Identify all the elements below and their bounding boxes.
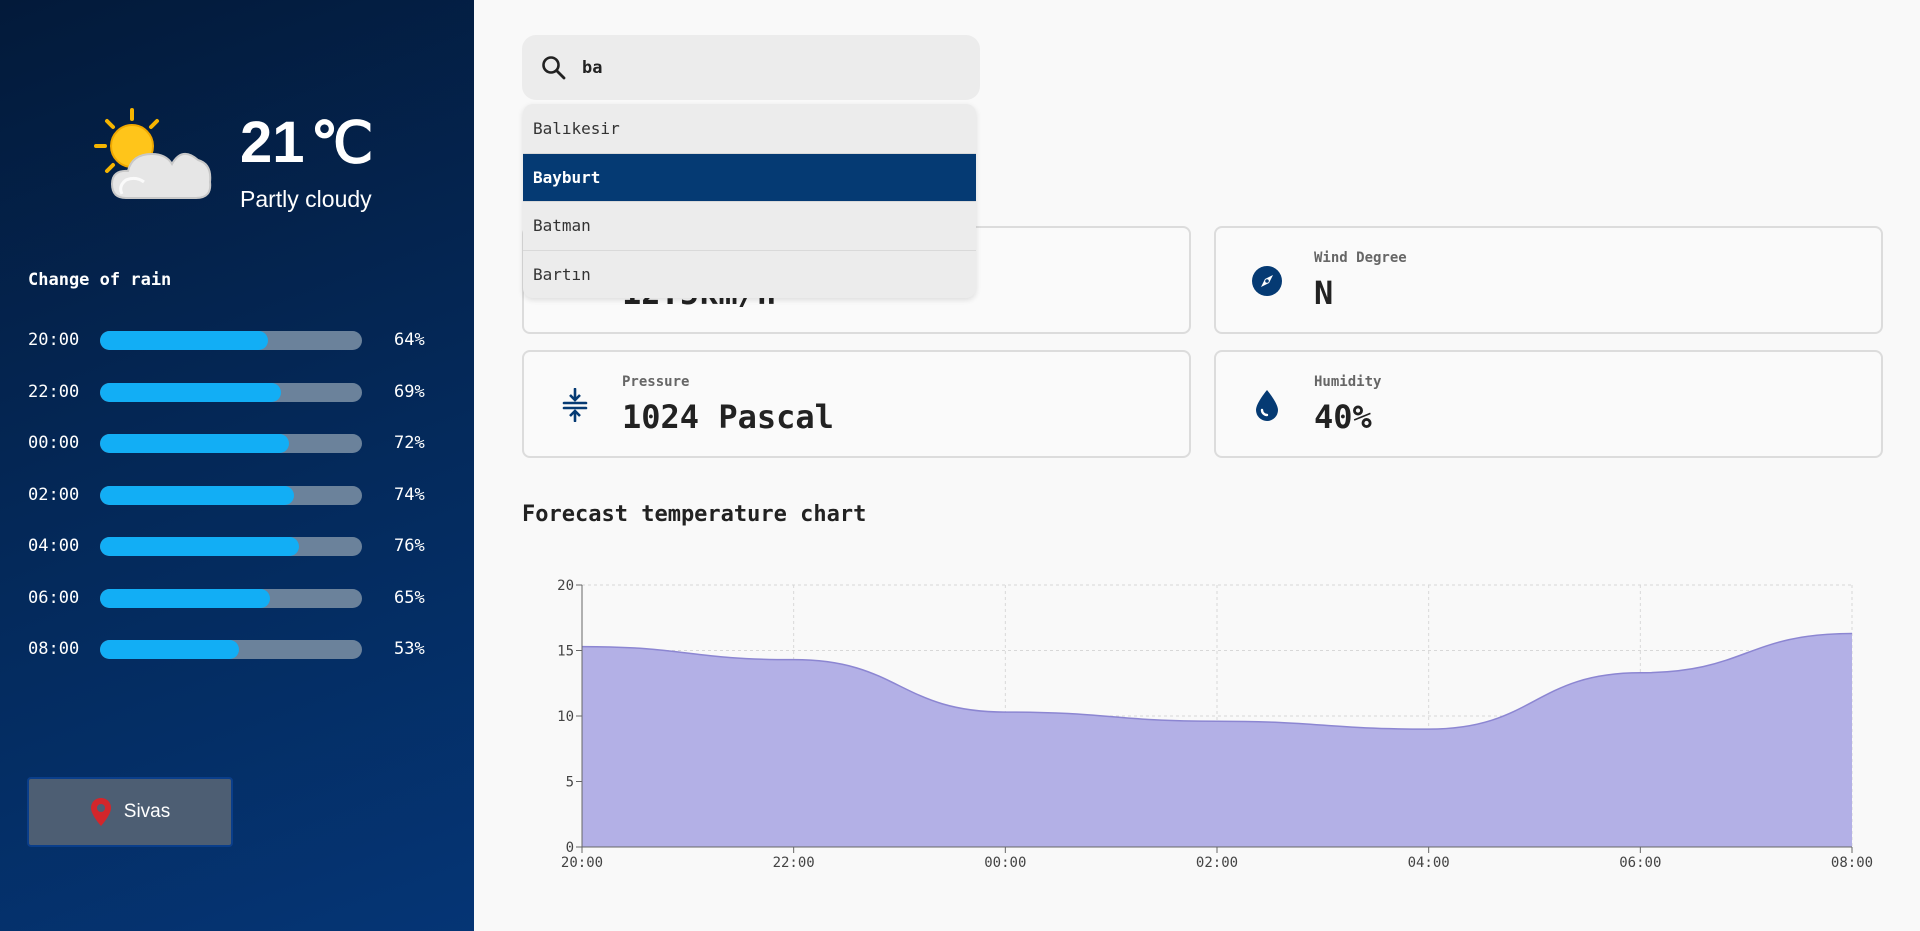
rain-progress-fill <box>100 588 271 608</box>
current-weather: 21 ℃ Partly cloudy <box>92 106 412 226</box>
rain-percent: 69% <box>394 381 425 402</box>
rain-list: 20:00 64% 22:00 69% 00:00 72% 02:00 74% … <box>28 325 448 686</box>
suggestion-item-selected[interactable]: Bayburt <box>523 152 976 201</box>
location-button[interactable]: Sivas <box>27 777 233 847</box>
temperature: 21 ℃ <box>240 110 374 175</box>
rain-time: 22:00 <box>28 381 80 402</box>
rain-row: 06:00 65% <box>28 583 448 635</box>
search-input[interactable] <box>582 57 962 78</box>
suggestion-item[interactable]: Bartın <box>523 249 976 299</box>
search-bar[interactable] <box>522 35 980 100</box>
humidity-card: Humidity 40% <box>1214 350 1883 458</box>
weather-condition: Partly cloudy <box>240 186 372 212</box>
rain-percent: 74% <box>394 484 425 505</box>
sidebar: 21 ℃ Partly cloudy Change of rain 20:00 6… <box>0 0 474 931</box>
x-tick-label: 00:00 <box>984 855 1026 871</box>
humidity-value: 40% <box>1314 398 1372 436</box>
rain-progress-fill <box>100 537 300 556</box>
humidity-label: Humidity <box>1314 374 1382 390</box>
rain-percent: 64% <box>394 330 425 350</box>
wind-degree-card: Wind Degree N <box>1214 226 1883 334</box>
rain-row: 22:00 69% <box>28 377 448 429</box>
rain-progress-bar <box>100 485 362 505</box>
rain-time: 08:00 <box>28 639 80 659</box>
compass-icon <box>1252 266 1282 296</box>
pressure-label: Pressure <box>622 374 690 390</box>
rain-progress-bar <box>100 382 362 402</box>
suggestion-item[interactable]: Balıkesir <box>523 104 976 153</box>
rain-progress-bar <box>100 640 362 659</box>
compress-icon <box>562 388 588 422</box>
x-tick-label: 02:00 <box>1196 855 1238 871</box>
temperature-chart: 0 5 10 15 20 20:00 22:00 00:00 02:00 04:00 06:00 08… <box>557 578 1873 871</box>
chart-title: Forecast temperature chart <box>522 502 867 527</box>
x-tick-label: 04:00 <box>1408 855 1450 871</box>
x-tick-label: 08:00 <box>1831 855 1873 871</box>
rain-progress-bar <box>100 537 362 556</box>
x-tick-label: 20:00 <box>561 855 603 871</box>
rain-time: 06:00 <box>28 587 80 608</box>
rain-row: 08:00 53% <box>28 634 448 686</box>
location-label: Sivas <box>123 801 171 822</box>
rain-percent: 53% <box>394 639 425 659</box>
y-tick-label: 0 <box>566 840 574 856</box>
map-pin-icon <box>90 798 111 826</box>
pressure-value: 1024 Pascal <box>622 398 834 436</box>
rain-time: 20:00 <box>28 330 80 350</box>
partly-cloudy-icon <box>94 108 212 199</box>
rain-row: 02:00 74% <box>28 480 448 532</box>
y-tick-label: 15 <box>557 644 574 660</box>
search-suggestions: Balıkesir Bayburt Batman Bartın <box>523 104 976 298</box>
rain-percent: 65% <box>394 587 425 608</box>
pressure-card: Pressure 1024 Pascal <box>522 350 1191 458</box>
rain-progress-bar <box>100 588 362 608</box>
rain-progress-fill <box>100 485 294 505</box>
rain-progress-bar <box>100 434 362 453</box>
rain-percent: 72% <box>394 433 425 453</box>
wind-degree-label: Wind Degree <box>1314 250 1407 266</box>
rain-progress-fill <box>100 331 268 350</box>
rain-row: 00:00 72% <box>28 428 448 480</box>
x-tick-label: 06:00 <box>1619 855 1661 871</box>
rain-progress-fill <box>100 640 239 659</box>
wind-degree-value: N <box>1314 274 1334 312</box>
y-tick-label: 5 <box>566 775 574 791</box>
water-drop-icon <box>1256 390 1278 421</box>
rain-time: 02:00 <box>28 484 80 505</box>
rain-progress-bar <box>100 331 362 350</box>
suggestion-item[interactable]: Batman <box>523 201 976 250</box>
rain-chance-title: Change of rain <box>28 270 172 290</box>
rain-progress-fill <box>100 434 289 453</box>
x-tick-label: 22:00 <box>773 855 815 871</box>
y-tick-label: 10 <box>557 709 574 725</box>
rain-time: 00:00 <box>28 433 80 453</box>
rain-row: 20:00 64% <box>28 325 448 377</box>
rain-percent: 76% <box>394 536 425 556</box>
search-icon <box>542 55 566 79</box>
rain-progress-fill <box>100 382 281 402</box>
rain-row: 04:00 76% <box>28 531 448 583</box>
y-tick-label: 20 <box>557 578 574 594</box>
rain-time: 04:00 <box>28 536 80 556</box>
